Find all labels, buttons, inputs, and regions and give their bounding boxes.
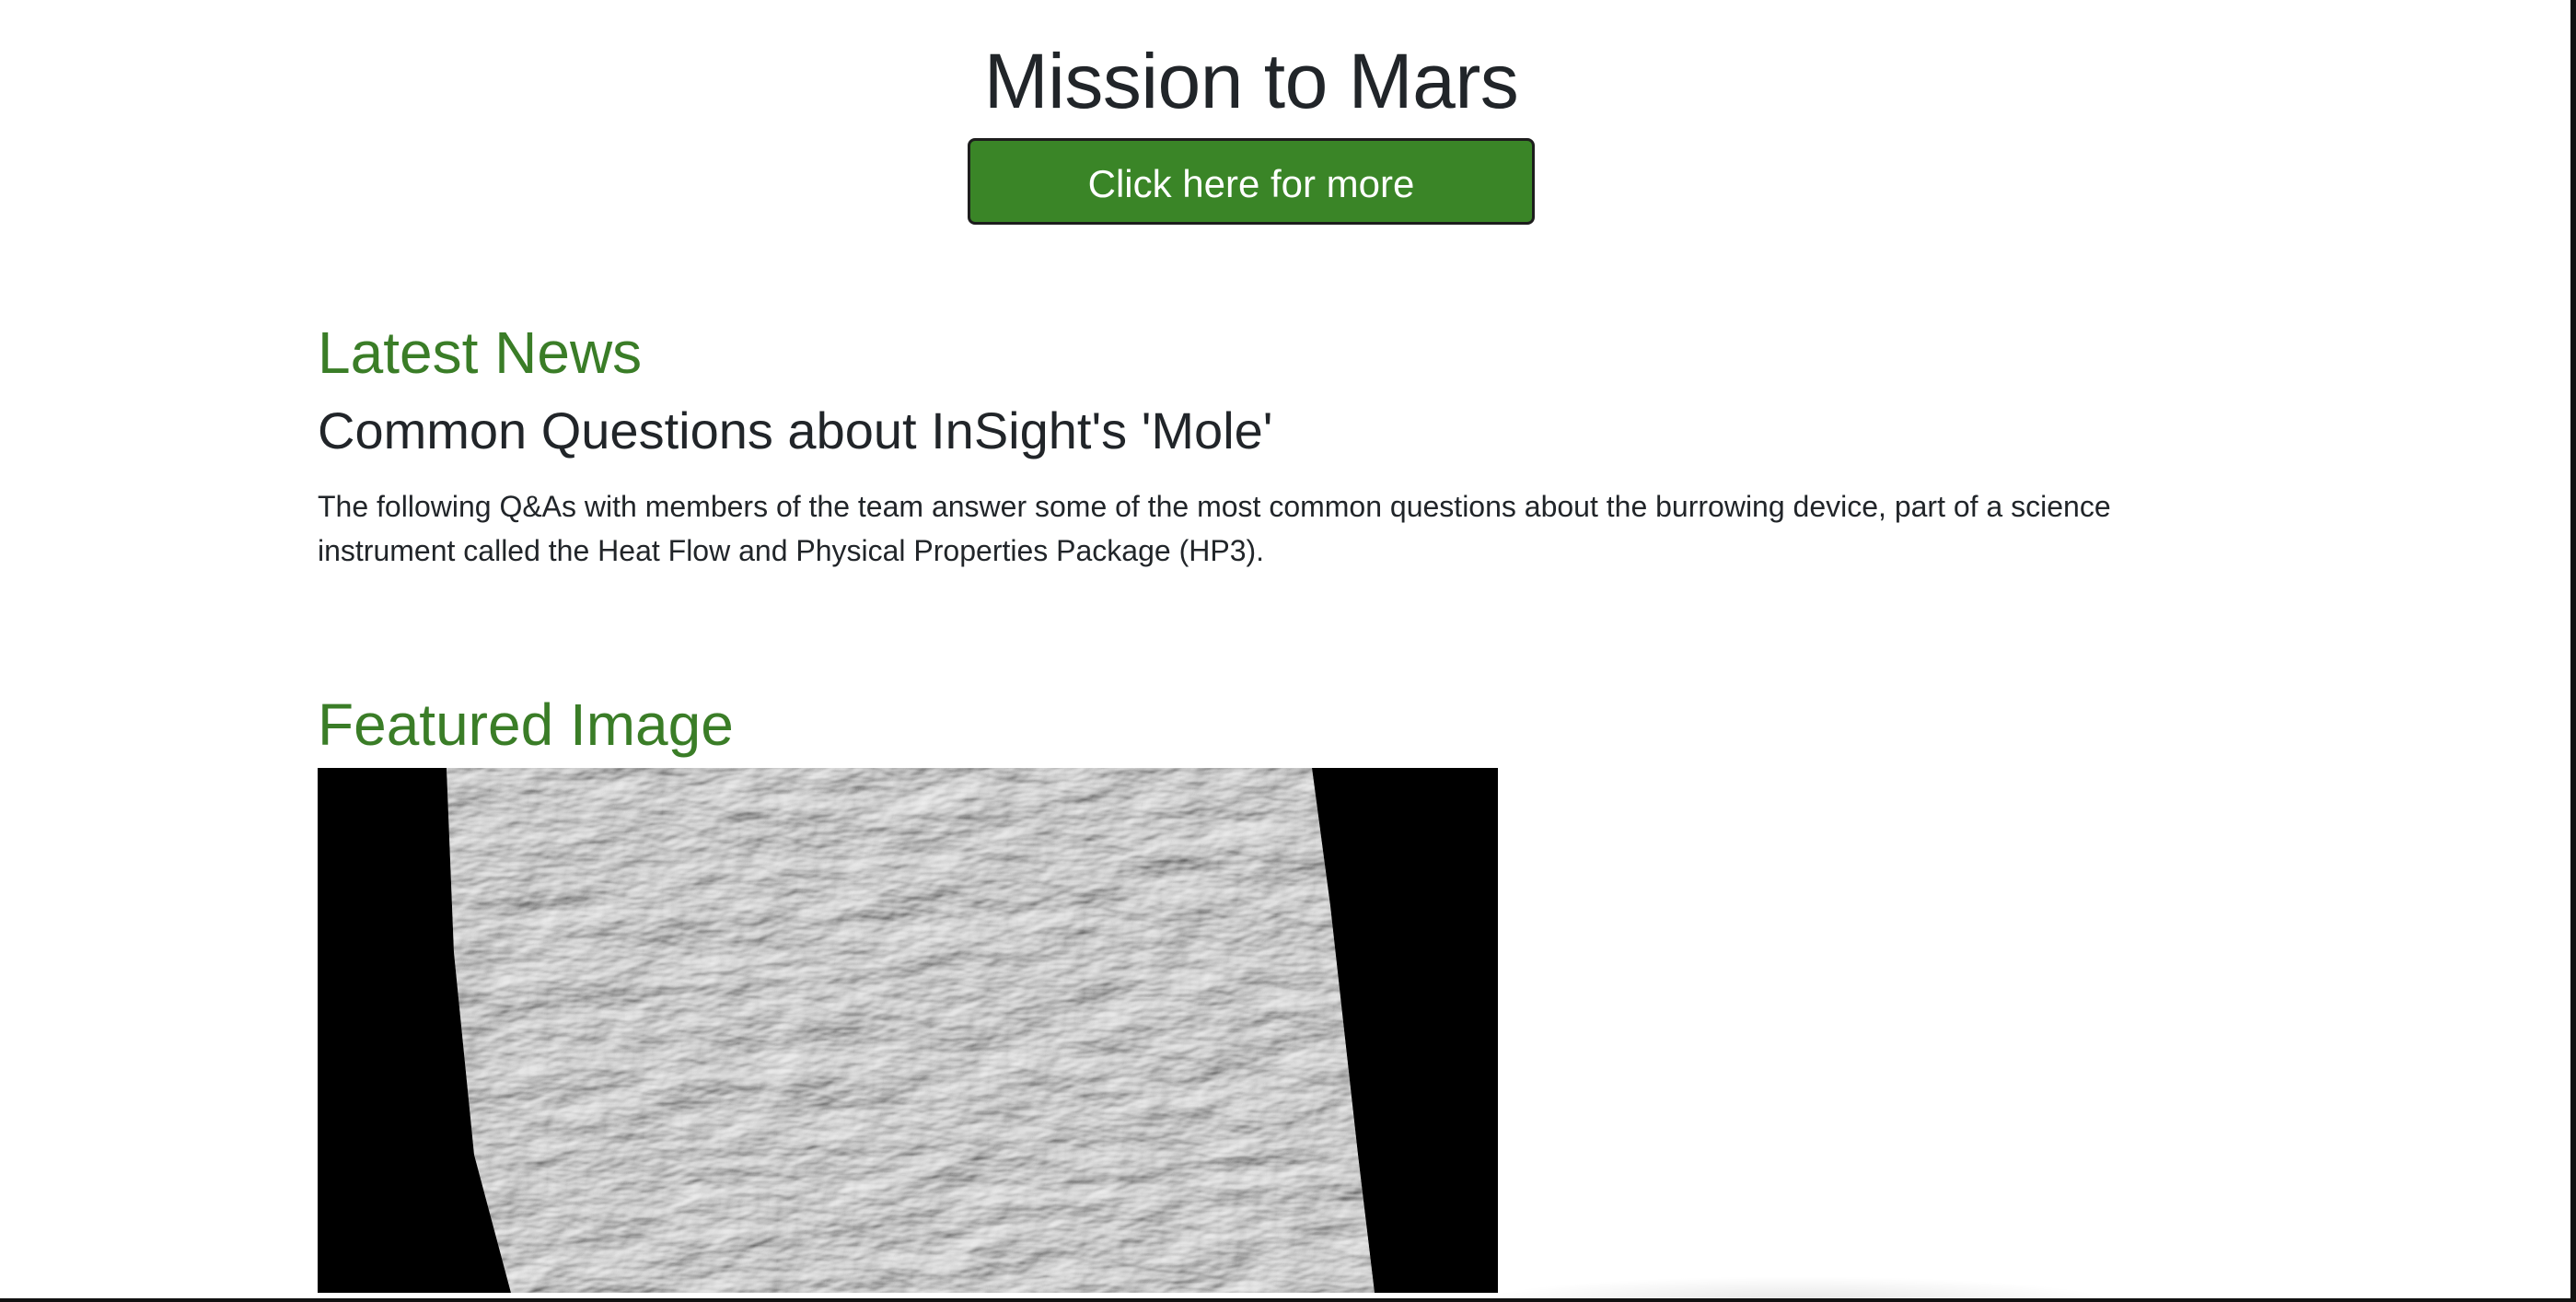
news-paragraph: The following Q&As with members of the t… [318,490,2111,567]
mars-dunes-image [318,768,1498,1293]
latest-news-section: Latest News Common Questions about InSig… [318,313,2177,573]
featured-image-heading: Featured Image [318,692,734,758]
featured-image[interactable] [318,768,1498,1293]
featured-image-section: Featured Image [318,685,1498,1293]
window-border-bottom [0,1298,2576,1302]
window-border-right [2570,0,2576,1302]
more-info-button[interactable]: Click here for more information! [968,138,1535,292]
page-header: Mission to Mars Click here for more info… [0,0,2502,292]
news-title: Common Questions about InSight's 'Mole' [318,401,1273,459]
latest-news-heading: Latest News [318,320,643,386]
page: Mission to Mars Click here for more info… [0,0,2576,1302]
page-title: Mission to Mars [983,38,1519,124]
